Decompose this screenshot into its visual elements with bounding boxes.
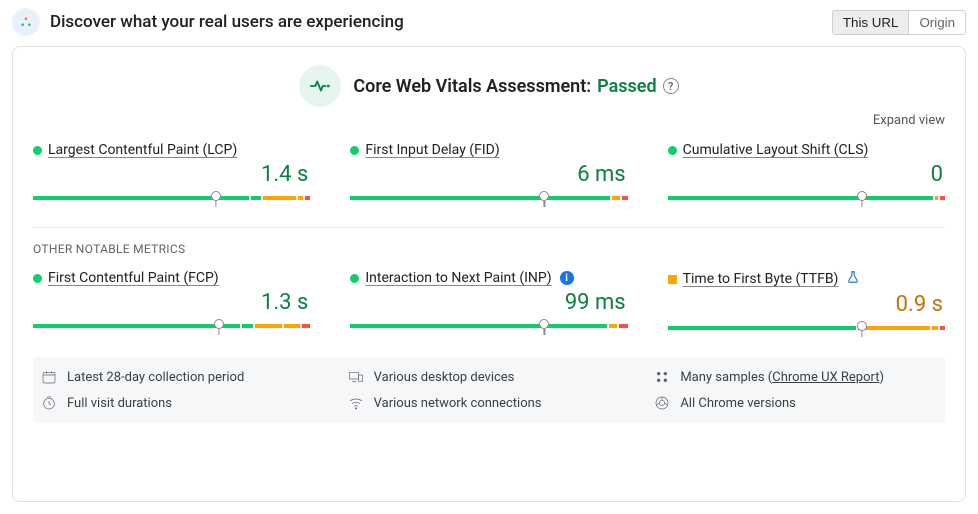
metric-value: 0: [668, 162, 945, 187]
metric: Cumulative Layout Shift (CLS) 0: [668, 142, 945, 205]
scope-toggle: This URL Origin: [832, 10, 966, 35]
threshold-marker-icon: [539, 191, 549, 201]
metric: Time to First Byte (TTFB) 0.9 s: [668, 270, 945, 335]
core-metrics-grid: Largest Contentful Paint (LCP) 1.4 s First…: [33, 142, 945, 205]
info-badge-icon[interactable]: i: [560, 271, 574, 285]
crux-report-link[interactable]: Chrome UX Report: [772, 370, 879, 385]
threshold-marker-icon: [539, 319, 549, 329]
metric: First Input Delay (FID) 6 ms: [350, 142, 627, 205]
clock-icon: [41, 395, 57, 411]
toggle-this-url[interactable]: This URL: [833, 11, 910, 34]
metric-name-link[interactable]: First Contentful Paint (FCP): [48, 270, 219, 286]
info-footer: Latest 28-day collection period Various …: [33, 357, 945, 423]
assessment-status: Passed: [597, 76, 656, 97]
metric-value: 0.9 s: [668, 292, 945, 317]
toggle-origin[interactable]: Origin: [909, 11, 965, 34]
assessment-row: Core Web Vitals Assessment: Passed ?: [33, 65, 945, 107]
devices-icon: [348, 369, 364, 385]
distribution-bar: [33, 319, 310, 333]
calendar-icon: [41, 369, 57, 385]
threshold-marker-icon: [214, 319, 224, 329]
expand-view-link[interactable]: Expand view: [33, 113, 945, 128]
threshold-marker-icon: [857, 321, 867, 331]
help-icon[interactable]: ?: [663, 78, 679, 94]
metric-value: 99 ms: [350, 290, 627, 315]
metric: Largest Contentful Paint (LCP) 1.4 s: [33, 142, 310, 205]
info-versions: All Chrome versions: [654, 395, 937, 411]
metric-name-link[interactable]: Interaction to Next Paint (INP): [365, 270, 551, 286]
distribution-bar: [668, 321, 945, 335]
threshold-marker-icon: [857, 191, 867, 201]
metric-head: Largest Contentful Paint (LCP): [33, 142, 310, 158]
info-samples: Many samples (Chrome UX Report): [654, 369, 937, 385]
info-durations: Full visit durations: [41, 395, 324, 411]
assessment-label: Core Web Vitals Assessment:: [353, 76, 591, 97]
metric-head: First Contentful Paint (FCP): [33, 270, 310, 286]
metric-value: 1.4 s: [33, 162, 310, 187]
status-good-icon: [33, 146, 42, 155]
distribution-bar: [668, 191, 945, 205]
samples-icon: [654, 369, 670, 385]
metric-head: Time to First Byte (TTFB): [668, 270, 945, 288]
status-good-icon: [33, 274, 42, 283]
pulse-icon: [299, 65, 341, 107]
metric-value: 1.3 s: [33, 290, 310, 315]
wifi-icon: [348, 395, 364, 411]
metric-name-link[interactable]: Cumulative Layout Shift (CLS): [683, 142, 869, 158]
status-good-icon: [350, 274, 359, 283]
metric-name-link[interactable]: Time to First Byte (TTFB): [683, 271, 839, 287]
status-good-icon: [350, 146, 359, 155]
divider: [33, 227, 945, 228]
metric-name-link[interactable]: First Input Delay (FID): [365, 142, 499, 158]
threshold-marker-icon: [211, 191, 221, 201]
other-metrics-label: OTHER NOTABLE METRICS: [33, 242, 945, 256]
info-period: Latest 28-day collection period: [41, 369, 324, 385]
distribution-bar: [33, 191, 310, 205]
distribution-bar: [350, 191, 627, 205]
experimental-icon[interactable]: [846, 270, 860, 288]
other-metrics-grid: First Contentful Paint (FCP) 1.3 s Interac…: [33, 270, 945, 335]
gauge-icon: [12, 8, 40, 36]
metric-value: 6 ms: [350, 162, 627, 187]
status-good-icon: [668, 146, 677, 155]
page-title: Discover what your real users are experi…: [50, 12, 822, 32]
metric-head: Interaction to Next Paint (INP) i: [350, 270, 627, 286]
metric-name-link[interactable]: Largest Contentful Paint (LCP): [48, 142, 237, 158]
vitals-card: Core Web Vitals Assessment: Passed ? Exp…: [12, 46, 966, 502]
metric: Interaction to Next Paint (INP) i 99 ms: [350, 270, 627, 335]
info-network: Various network connections: [348, 395, 631, 411]
status-warn-icon: [668, 275, 677, 284]
metric: First Contentful Paint (FCP) 1.3 s: [33, 270, 310, 335]
metric-head: Cumulative Layout Shift (CLS): [668, 142, 945, 158]
info-devices: Various desktop devices: [348, 369, 631, 385]
metric-head: First Input Delay (FID): [350, 142, 627, 158]
distribution-bar: [350, 319, 627, 333]
chrome-icon: [654, 395, 670, 411]
